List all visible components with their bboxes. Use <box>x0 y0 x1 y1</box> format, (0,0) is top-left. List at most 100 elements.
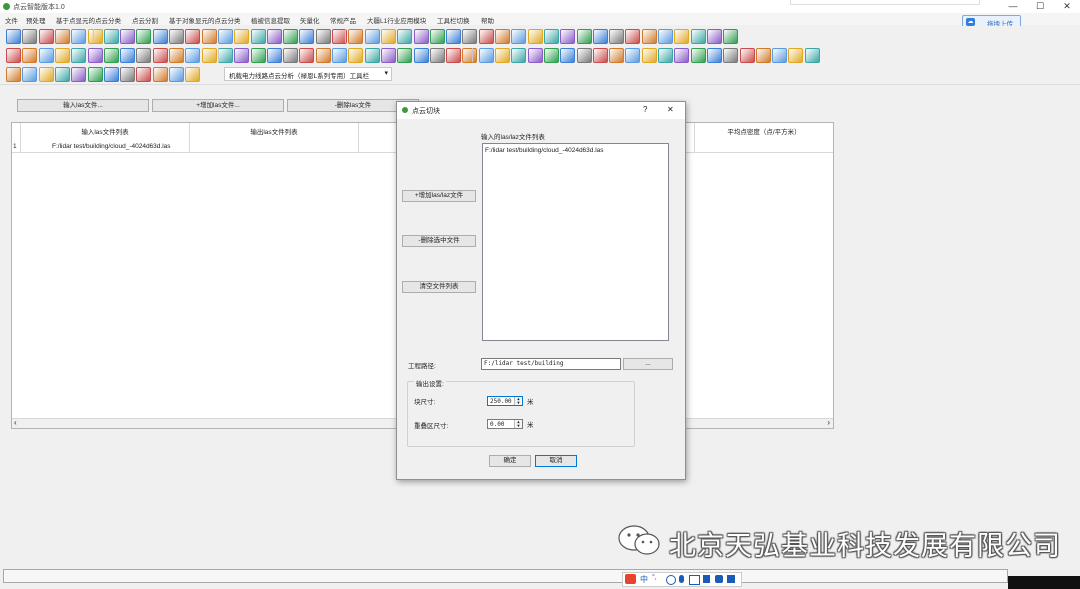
file-list-box[interactable]: F:/lidar test/building/cloud_-4024d63d.l… <box>482 143 669 341</box>
ok-button[interactable]: 确定 <box>489 455 531 467</box>
tool-icon[interactable] <box>120 29 136 44</box>
tool-icon[interactable] <box>201 29 217 44</box>
tool-icon[interactable] <box>658 29 673 44</box>
tool-icon[interactable] <box>690 29 706 44</box>
tool-icon[interactable] <box>788 48 804 63</box>
tool-icon[interactable] <box>446 48 462 63</box>
tool-icon[interactable] <box>495 48 510 63</box>
overlap-size-spinbox[interactable]: 0.00 ▲ ▼ <box>487 419 523 429</box>
tool-icon[interactable] <box>217 48 233 63</box>
tool-icon[interactable] <box>478 29 494 44</box>
tool-icon[interactable] <box>103 67 119 82</box>
tool-icon[interactable] <box>364 48 380 63</box>
tool-icon[interactable] <box>315 48 331 63</box>
tool-icon[interactable] <box>152 29 168 44</box>
add-las-button[interactable]: +增加las文件... <box>152 99 284 112</box>
toolbox-icon[interactable] <box>715 575 723 583</box>
tool-icon[interactable] <box>706 29 722 44</box>
microphone-icon[interactable] <box>679 575 684 583</box>
tool-icon[interactable] <box>136 67 152 82</box>
tool-icon[interactable] <box>120 67 136 82</box>
tool-icon[interactable] <box>462 29 478 44</box>
browse-button[interactable]: ... <box>623 358 673 370</box>
keyboard-icon[interactable] <box>689 575 700 585</box>
sogou-icon[interactable] <box>625 574 636 584</box>
tool-icon[interactable] <box>658 48 673 63</box>
tool-icon[interactable] <box>234 48 250 63</box>
spin-arrows-icon[interactable]: ▲ ▼ <box>514 420 522 428</box>
tool-icon[interactable] <box>527 48 543 63</box>
tool-icon[interactable] <box>71 67 87 82</box>
toolbar-selector-combo[interactable]: 机载电力线路点云分析（禄恩L系列专用）工具栏 ▾ <box>224 67 392 81</box>
tool-icon[interactable] <box>250 29 266 44</box>
ime-toolbar[interactable]: 中 °, <box>622 572 742 587</box>
cancel-button[interactable]: 取消 <box>535 455 577 467</box>
tool-icon[interactable] <box>380 29 396 44</box>
tool-icon[interactable] <box>625 48 641 63</box>
tool-icon[interactable] <box>641 29 657 44</box>
tool-icon[interactable] <box>54 48 70 63</box>
tool-icon[interactable] <box>283 29 299 44</box>
tool-icon[interactable] <box>185 67 201 82</box>
tool-icon[interactable] <box>332 48 347 63</box>
file-list-item[interactable]: F:/lidar test/building/cloud_-4024d63d.l… <box>485 147 604 154</box>
tool-icon[interactable] <box>772 48 788 63</box>
menu-vegetation[interactable]: 植被信息提取 <box>251 15 290 25</box>
menu-file[interactable]: 文件 <box>5 15 18 25</box>
tool-icon[interactable] <box>397 48 413 63</box>
tool-icon[interactable] <box>706 48 722 63</box>
tool-icon[interactable] <box>380 48 396 63</box>
grid-icon[interactable] <box>727 575 735 583</box>
menu-vectorize[interactable]: 矢量化 <box>300 15 320 25</box>
remove-selected-button[interactable]: -删除选中文件 <box>402 235 476 247</box>
tool-icon[interactable] <box>120 48 136 63</box>
tool-icon[interactable] <box>217 29 233 44</box>
tool-icon[interactable] <box>136 29 152 44</box>
tool-icon[interactable] <box>576 29 592 44</box>
tool-icon[interactable] <box>38 29 54 44</box>
tool-icon[interactable] <box>495 29 510 44</box>
tool-icon[interactable] <box>71 48 87 63</box>
tool-icon[interactable] <box>527 29 543 44</box>
dialog-close-button[interactable]: ✕ <box>667 105 674 114</box>
tool-icon[interactable] <box>413 29 429 44</box>
tool-icon[interactable] <box>54 67 70 82</box>
tool-icon[interactable] <box>674 29 690 44</box>
input-las-button[interactable]: 输入las文件... <box>17 99 149 112</box>
tool-icon[interactable] <box>71 29 87 44</box>
spin-arrows-icon[interactable]: ▲ ▼ <box>514 397 522 405</box>
tool-icon[interactable] <box>283 48 299 63</box>
table-cell-input[interactable]: F:/lidar test/building/cloud_-4024d63d.l… <box>52 143 171 150</box>
dialog-help-button[interactable]: ? <box>643 105 647 114</box>
menu-products[interactable]: 常规产品 <box>330 15 356 25</box>
maximize-button[interactable]: ☐ <box>1027 0 1053 13</box>
minimize-button[interactable]: — <box>1000 0 1026 13</box>
tool-icon[interactable] <box>87 67 103 82</box>
tool-icon[interactable] <box>511 48 527 63</box>
tool-icon[interactable] <box>609 48 625 63</box>
tool-icon[interactable] <box>543 29 559 44</box>
tool-icon[interactable] <box>6 48 21 63</box>
tool-icon[interactable] <box>446 29 462 44</box>
tool-icon[interactable] <box>169 48 184 63</box>
tool-icon[interactable] <box>560 48 576 63</box>
menu-object-classify[interactable]: 基于对象显元的点云分类 <box>169 15 241 25</box>
block-size-spinbox[interactable]: 250.00 ▲ ▼ <box>487 396 523 406</box>
menu-dji-l1[interactable]: 大疆L1行业应用模块 <box>367 15 426 25</box>
tool-icon[interactable] <box>592 48 608 63</box>
tool-icon[interactable] <box>103 29 119 44</box>
tool-icon[interactable] <box>6 67 21 82</box>
tool-icon[interactable] <box>755 48 771 63</box>
scroll-right-arrow[interactable]: › <box>827 418 830 427</box>
tool-icon[interactable] <box>136 48 152 63</box>
tool-icon[interactable] <box>348 48 364 63</box>
tool-icon[interactable] <box>299 48 315 63</box>
tool-icon[interactable] <box>185 48 201 63</box>
menu-preprocess[interactable]: 预处理 <box>26 15 46 25</box>
tool-icon[interactable] <box>169 29 184 44</box>
tool-icon[interactable] <box>576 48 592 63</box>
tool-icon[interactable] <box>413 48 429 63</box>
tool-icon[interactable] <box>299 29 315 44</box>
tool-icon[interactable] <box>690 48 706 63</box>
tool-icon[interactable] <box>6 29 21 44</box>
